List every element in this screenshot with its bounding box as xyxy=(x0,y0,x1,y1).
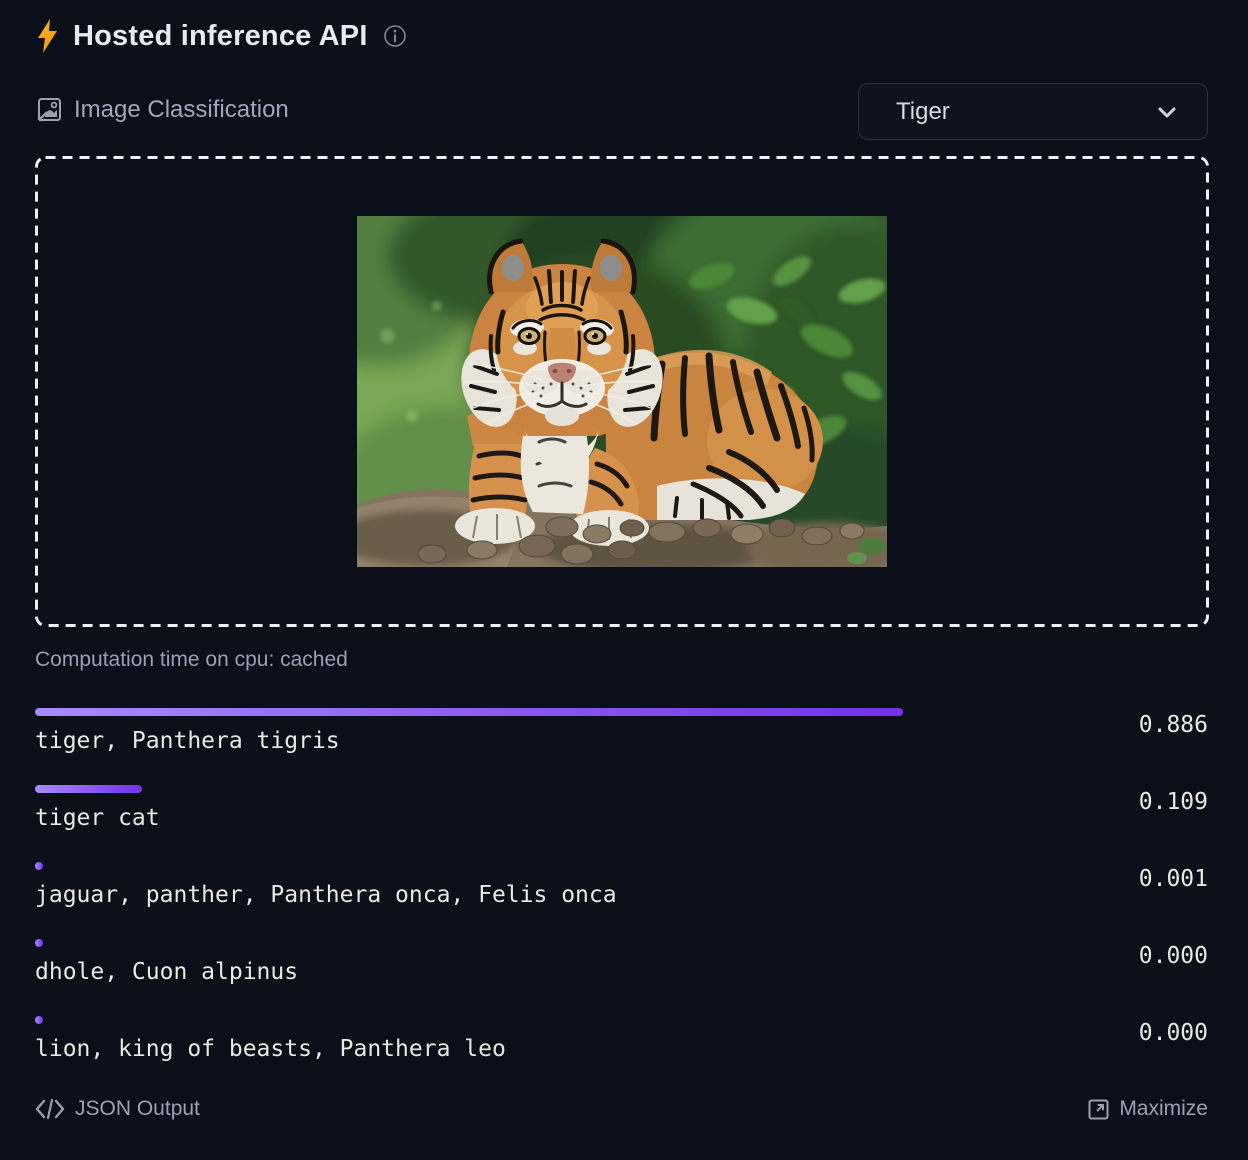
result-row: tiger cat 0.109 xyxy=(35,785,1208,841)
class-score: 0.000 xyxy=(1139,1018,1208,1048)
class-score: 0.109 xyxy=(1139,787,1208,817)
image-dropzone[interactable] xyxy=(35,156,1209,627)
widget-header: Hosted inference API xyxy=(35,18,407,54)
tiger-photo xyxy=(357,216,887,567)
computation-time: Computation time on cpu: cached xyxy=(35,648,348,672)
info-circle-icon[interactable] xyxy=(383,24,407,48)
class-score: 0.000 xyxy=(1139,941,1208,971)
score-bar xyxy=(35,708,903,716)
class-label: dhole, Cuon alpinus xyxy=(35,959,1208,985)
score-bar xyxy=(35,1016,43,1024)
json-output-label: JSON Output xyxy=(75,1097,200,1121)
maximize-button[interactable]: Maximize xyxy=(1088,1097,1208,1121)
score-bar xyxy=(35,862,43,870)
class-score: 0.886 xyxy=(1139,710,1208,740)
example-select[interactable]: Tiger xyxy=(858,83,1208,140)
class-label: tiger cat xyxy=(35,805,1208,831)
maximize-label: Maximize xyxy=(1119,1097,1208,1121)
class-score: 0.001 xyxy=(1139,864,1208,894)
image-classification-icon xyxy=(35,96,63,124)
lightning-bolt-icon xyxy=(35,18,60,54)
widget-footer: JSON Output Maximize xyxy=(35,1097,1208,1121)
chevron-down-icon xyxy=(1153,98,1181,126)
score-bar xyxy=(35,939,43,947)
task-row: Image Classification xyxy=(35,96,289,124)
code-icon xyxy=(35,1098,65,1120)
classification-results: tiger, Panthera tigris 0.886 tiger cat 0… xyxy=(35,704,1208,1093)
class-label: lion, king of beasts, Panthera leo xyxy=(35,1036,1208,1062)
result-row: tiger, Panthera tigris 0.886 xyxy=(35,708,1208,764)
json-output-button[interactable]: JSON Output xyxy=(35,1097,200,1121)
input-image xyxy=(357,216,887,567)
class-label: jaguar, panther, Panthera onca, Felis on… xyxy=(35,882,1208,908)
result-row: jaguar, panther, Panthera onca, Felis on… xyxy=(35,862,1208,918)
example-select-value: Tiger xyxy=(896,98,950,126)
score-bar xyxy=(35,785,142,793)
class-label: tiger, Panthera tigris xyxy=(35,728,1208,754)
result-row: dhole, Cuon alpinus 0.000 xyxy=(35,939,1208,995)
task-label: Image Classification xyxy=(74,96,289,124)
result-row: lion, king of beasts, Panthera leo 0.000 xyxy=(35,1016,1208,1072)
page-title: Hosted inference API xyxy=(73,20,368,53)
maximize-icon xyxy=(1088,1099,1109,1120)
